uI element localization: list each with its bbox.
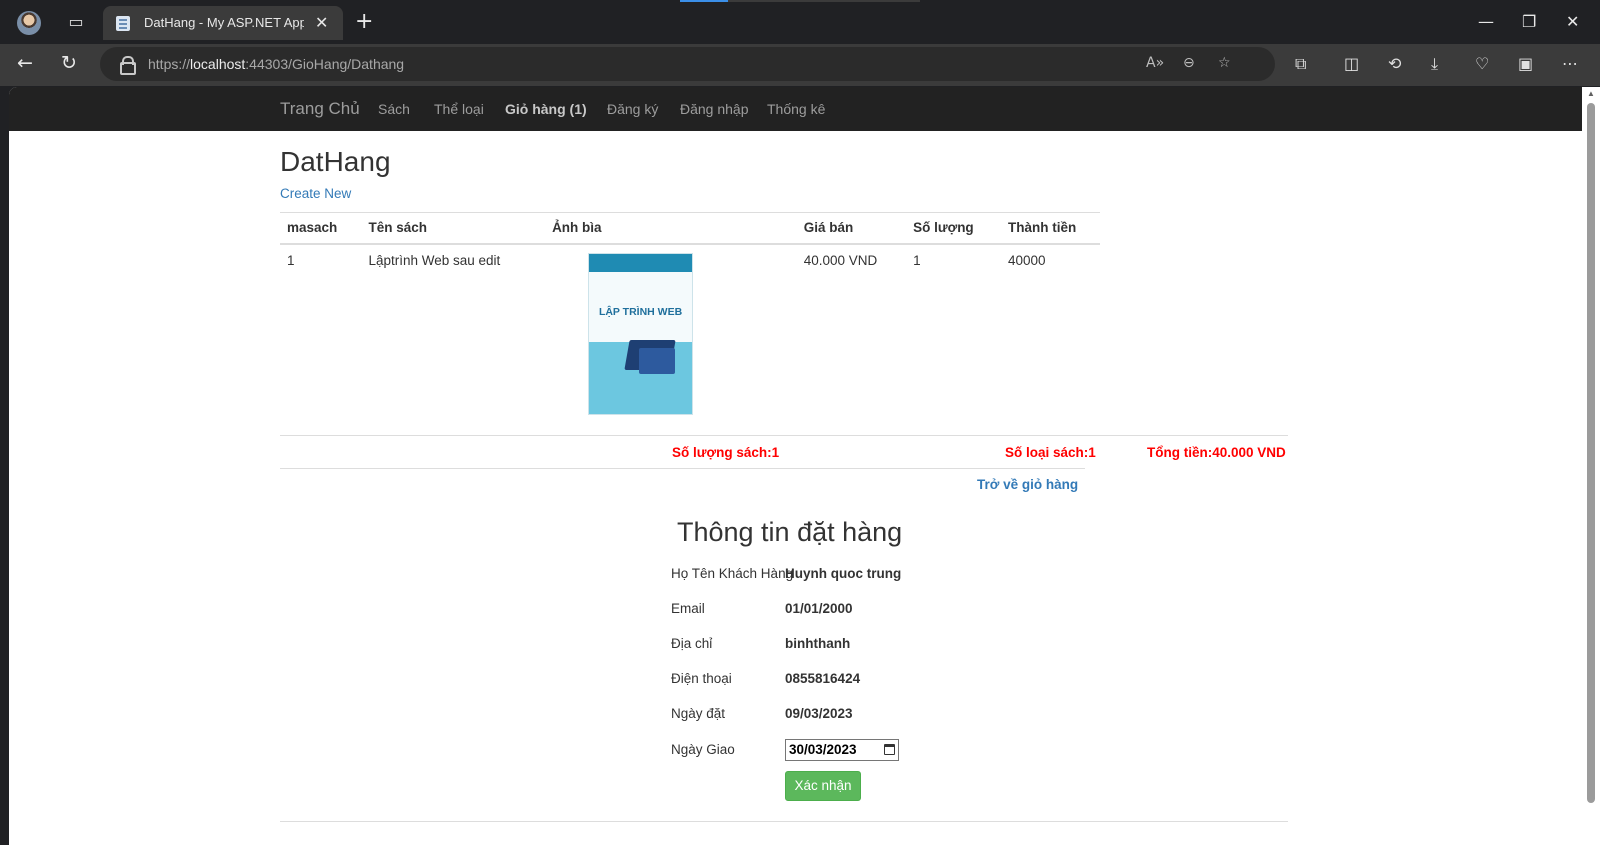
table-row: 1 Lậptrình Web sau edit LẬP TRÌNH WEB 40… — [280, 244, 1100, 423]
confirm-button[interactable]: Xác nhận — [785, 771, 861, 801]
header-thanh-tien: Thành tiền — [1000, 212, 1100, 245]
value-email: 01/01/2000 — [785, 601, 853, 616]
total-price: Tổng tiền:40.000 VND — [1147, 445, 1286, 460]
page-viewport: Trang Chủ Sách Thể loại Giỏ hàng (1) Đăn… — [9, 87, 1582, 845]
zoom-icon[interactable]: ⊖ — [1183, 55, 1195, 71]
calendar-icon[interactable] — [884, 744, 895, 755]
page-icon — [116, 16, 130, 31]
browser-tab[interactable]: DatHang - My ASP.NET Applic ✕ — [103, 6, 343, 40]
new-tab-button[interactable]: + — [355, 9, 373, 34]
divider — [280, 468, 1085, 469]
site-navbar: Trang Chủ Sách Thể loại Giỏ hàng (1) Đăn… — [9, 87, 1582, 131]
back-arrow-icon[interactable]: ← — [17, 52, 33, 74]
label-address: Địa chỉ — [671, 636, 713, 651]
header-so-luong: Số lượng — [906, 212, 1001, 245]
favorite-icon[interactable]: ☆ — [1218, 55, 1231, 71]
nav-link-sach[interactable]: Sách — [378, 101, 410, 117]
nav-link-dang-nhap[interactable]: Đăng nhập — [680, 101, 749, 117]
nav-brand-home[interactable]: Trang Chủ — [280, 99, 360, 119]
cell-so-luong: 1 — [913, 253, 921, 268]
value-address: binhthanh — [785, 636, 851, 651]
nav-link-gio-hang[interactable]: Giỏ hàng (1) — [505, 101, 587, 117]
create-new-link[interactable]: Create New — [280, 186, 351, 201]
delivery-date-input[interactable]: 30/03/2023 — [785, 739, 899, 761]
cover-title: LẬP TRÌNH WEB — [598, 306, 683, 318]
browser-titlebar: ▭ DatHang - My ASP.NET Applic ✕ + — ❐ ✕ — [0, 0, 1600, 44]
collections-icon[interactable]: ▣ — [1518, 54, 1533, 73]
close-tab-icon[interactable]: ✕ — [315, 13, 328, 32]
header-anh-bia: Ảnh bìa — [545, 212, 797, 245]
book-cover-image: LẬP TRÌNH WEB — [588, 253, 694, 415]
tab-title: DatHang - My ASP.NET Applic — [144, 15, 304, 30]
nav-link-dang-ky[interactable]: Đăng ký — [607, 101, 658, 117]
divider — [280, 435, 1288, 436]
restore-button[interactable]: ❐ — [1522, 12, 1536, 31]
close-window-button[interactable]: ✕ — [1566, 12, 1579, 31]
cell-masach: 1 — [287, 253, 295, 268]
cell-thanh-tien: 40000 — [1007, 253, 1046, 268]
nav-link-the-loai[interactable]: Thể loại — [434, 101, 484, 117]
label-email: Email — [671, 601, 705, 616]
cell-anh-bia: LẬP TRÌNH WEB — [545, 244, 797, 423]
address-bar[interactable]: https://localhost:44303/GioHang/Dathang … — [100, 47, 1275, 81]
cover-monitor-graphic — [639, 348, 676, 374]
nav-link-thong-ke[interactable]: Thống kê — [767, 101, 825, 117]
split-screen-icon[interactable]: ◫ — [1344, 54, 1359, 73]
value-customer-name: Huynh quoc trung — [785, 566, 902, 581]
health-icon[interactable]: ♡ — [1475, 54, 1489, 73]
cover-header-band — [589, 254, 693, 272]
order-info-heading: Thông tin đặt hàng — [677, 517, 903, 547]
extensions-icon[interactable]: ⧉ — [1295, 54, 1306, 74]
profile-avatar[interactable] — [17, 11, 41, 35]
minimize-button[interactable]: — — [1478, 12, 1494, 31]
label-phone: Điện thoại — [671, 671, 732, 686]
table-header-row: masach Tên sách Ảnh bìa Giá bán Số lượng… — [280, 212, 1100, 245]
label-order-date: Ngày đặt — [671, 706, 726, 721]
total-book-count: Số lượng sách:1 — [672, 445, 780, 460]
more-menu-icon[interactable]: ⋯ — [1562, 54, 1578, 73]
page-scrollbar[interactable]: ▲ — [1582, 87, 1600, 845]
back-to-cart-link[interactable]: Trở về giỏ hàng — [977, 477, 1078, 492]
loading-indicator — [680, 0, 920, 2]
value-phone: 0855816424 — [785, 671, 861, 686]
refresh-icon[interactable]: ↻ — [61, 52, 77, 74]
browser-toolbar: ← ↻ https://localhost:44303/GioHang/Dath… — [0, 44, 1600, 86]
history-icon[interactable]: ⟲ — [1388, 54, 1401, 73]
value-order-date: 09/03/2023 — [785, 706, 853, 721]
lock-icon[interactable] — [120, 56, 136, 75]
total-book-types: Số loại sách:1 — [1005, 445, 1096, 460]
tab-actions-icon[interactable]: ▭ — [66, 12, 86, 32]
cart-table: masach Tên sách Ảnh bìa Giá bán Số lượng… — [280, 212, 1100, 423]
label-customer-name: Họ Tên Khách Hàng — [671, 566, 794, 581]
url-text[interactable]: https://localhost:44303/GioHang/Dathang — [148, 56, 404, 72]
read-aloud-icon[interactable]: A» — [1146, 55, 1164, 71]
scrollbar-thumb[interactable] — [1587, 103, 1595, 803]
label-delivery-date: Ngày Giao — [671, 742, 735, 757]
cell-ten-sach: Lậptrình Web sau edit — [368, 253, 501, 268]
cell-gia-ban: 40.000 VND — [803, 253, 878, 268]
header-gia-ban: Giá bán — [796, 212, 907, 245]
scroll-up-icon[interactable]: ▲ — [1587, 89, 1595, 98]
header-ten-sach: Tên sách — [361, 212, 546, 245]
delivery-date-value[interactable]: 30/03/2023 — [789, 742, 857, 757]
header-masach: masach — [280, 212, 362, 245]
page-title: DatHang — [280, 146, 391, 177]
download-icon[interactable]: ⤓ — [1431, 54, 1438, 74]
divider — [280, 821, 1288, 822]
